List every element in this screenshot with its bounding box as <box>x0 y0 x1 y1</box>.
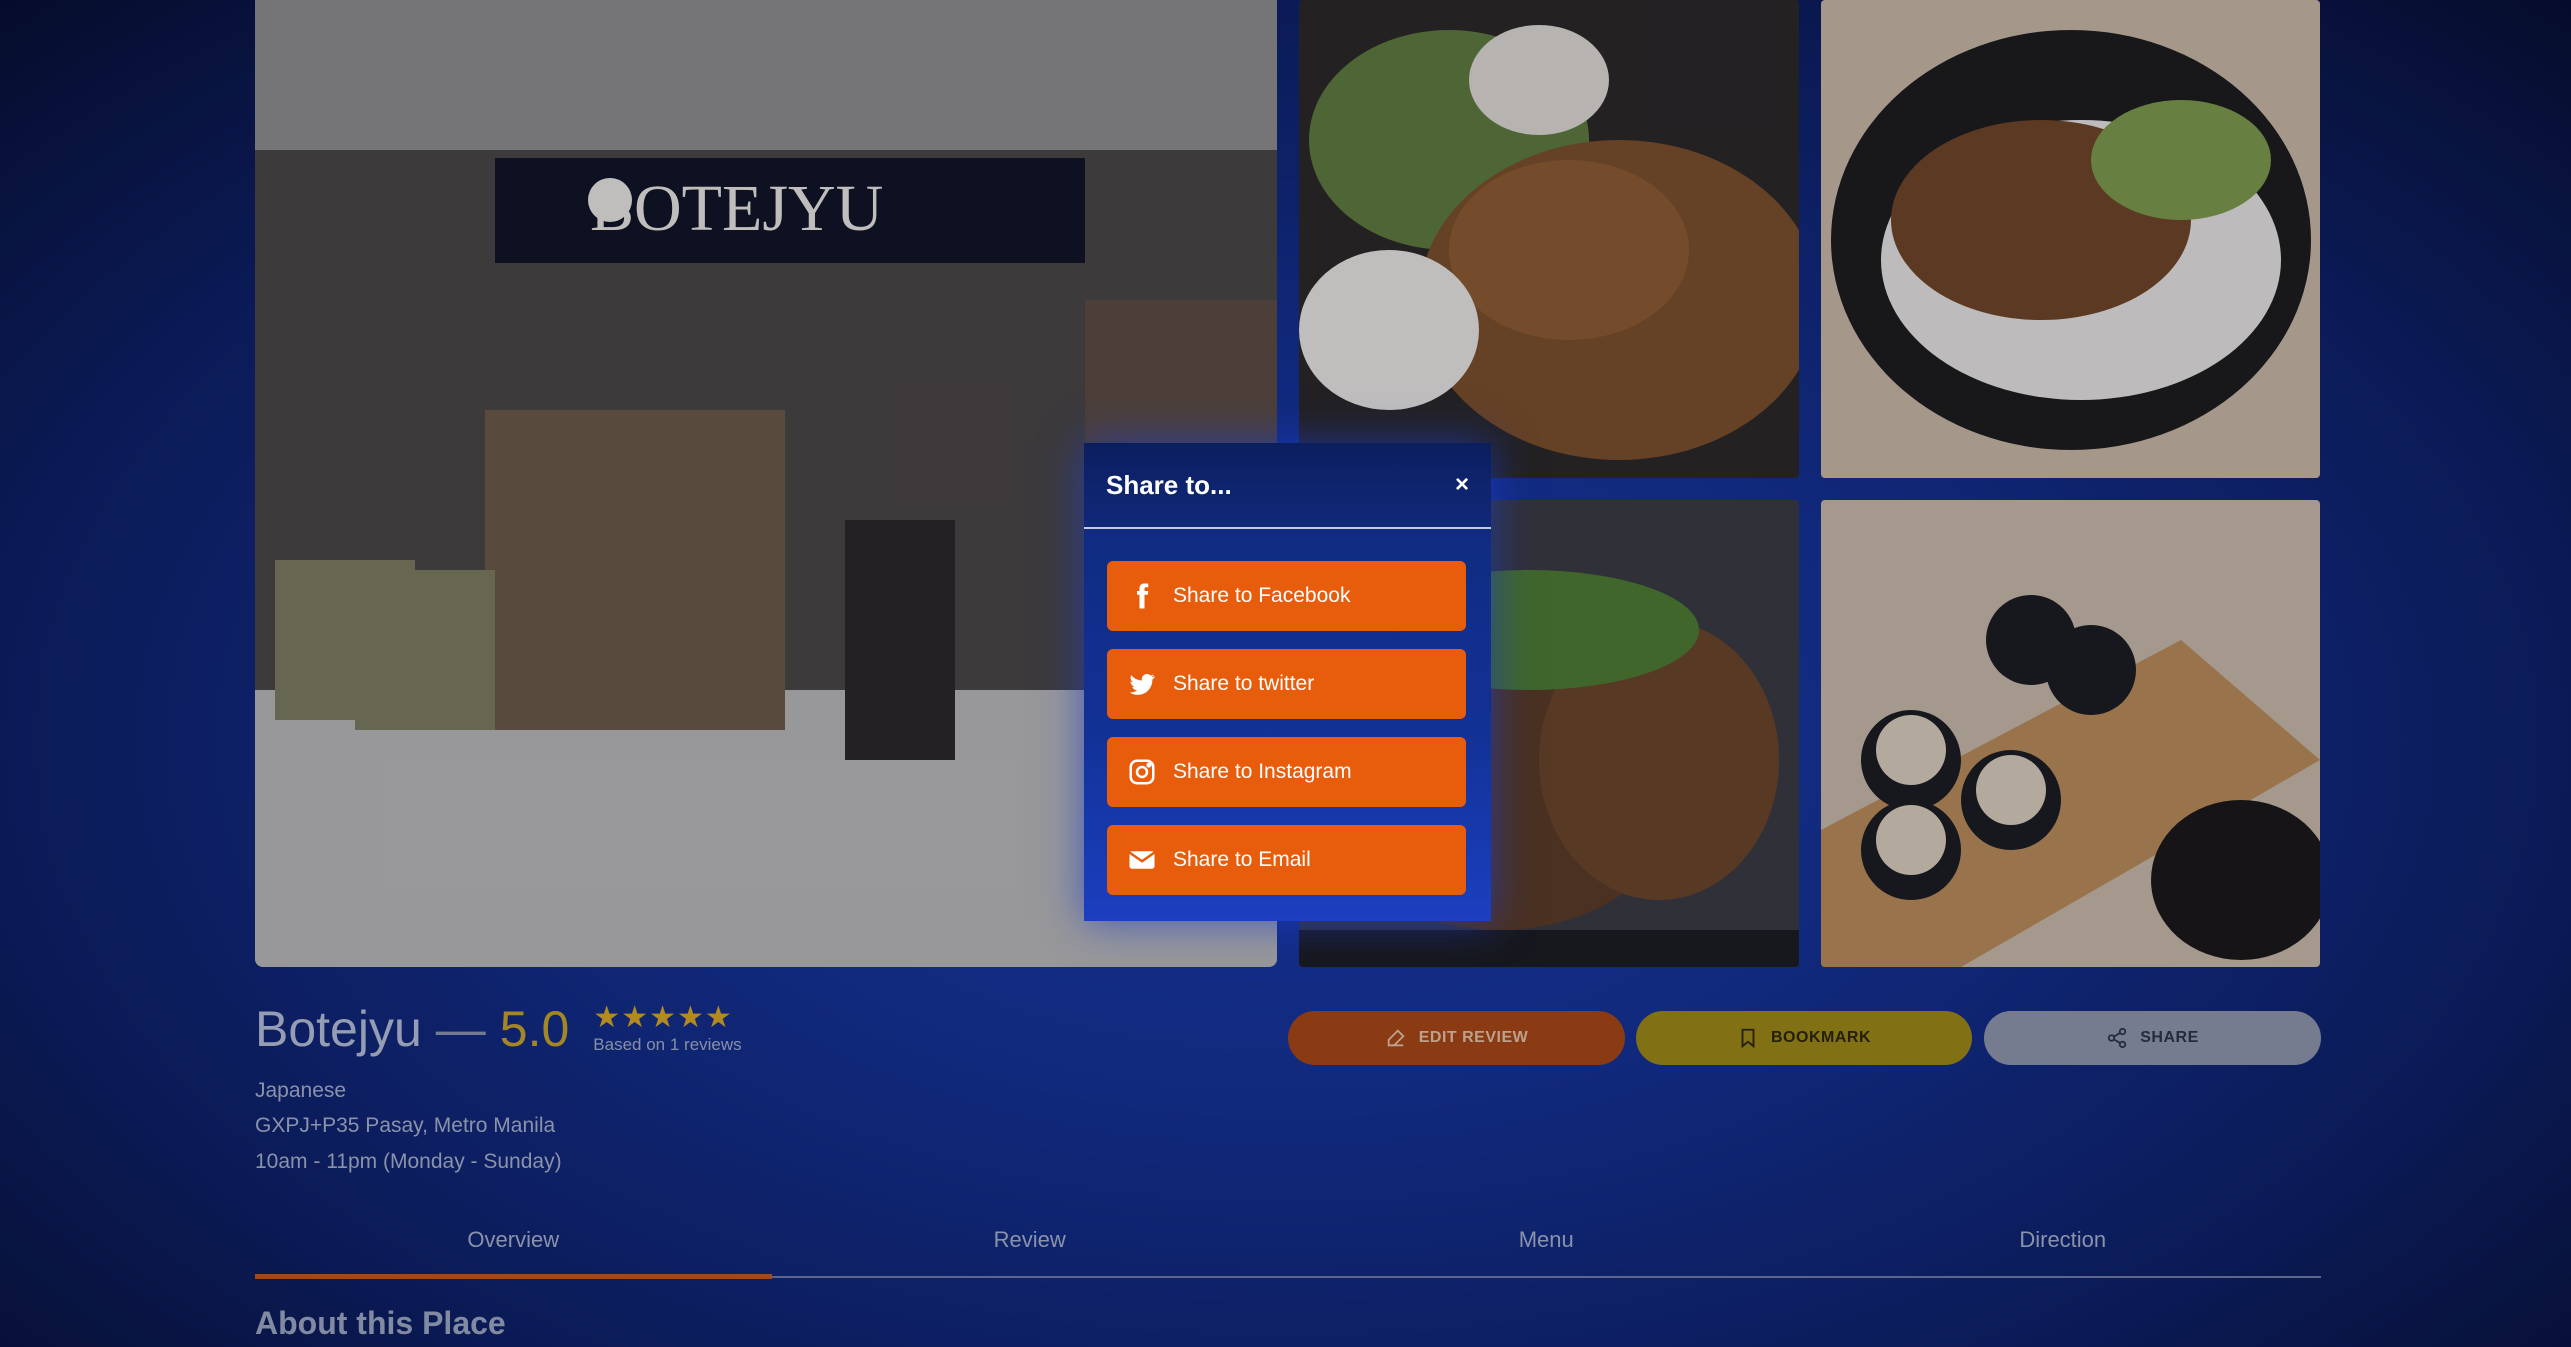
place-name: Botejyu <box>255 1001 422 1057</box>
section-title: About this Place <box>255 1305 506 1341</box>
share-instagram-label: Share to Instagram <box>1173 760 1352 783</box>
share-modal: Share to... × Share to Facebook Share to… <box>1084 443 1491 921</box>
food-photo-1[interactable] <box>1299 0 1799 478</box>
tab-overview[interactable]: Overview <box>255 1213 772 1279</box>
bookmark-label: BOOKMARK <box>1771 1029 1871 1046</box>
tab-menu[interactable]: Menu <box>1288 1213 1805 1276</box>
tab-review[interactable]: Review <box>772 1213 1289 1276</box>
share-icon <box>2108 1027 2127 1049</box>
share-facebook-label: Share to Facebook <box>1173 584 1351 607</box>
share-email-button[interactable]: Share to Email <box>1107 825 1466 895</box>
facebook-icon <box>1137 583 1149 609</box>
close-button[interactable]: × <box>1455 471 1469 499</box>
share-instagram-button[interactable]: Share to Instagram <box>1107 737 1466 807</box>
share-twitter-button[interactable]: Share to twitter <box>1107 649 1466 719</box>
email-icon <box>1128 851 1156 869</box>
food-photo-4[interactable] <box>1821 500 2320 967</box>
place-title-row: Botejyu — 5.0 ★★★★★ Based on 1 reviews <box>255 1000 742 1058</box>
rating-score: 5.0 <box>499 1001 570 1057</box>
food-photo-2[interactable] <box>1821 0 2320 478</box>
cuisine-label: Japanese <box>255 1079 347 1102</box>
rating-summary: ★★★★★ Based on 1 reviews <box>593 1003 741 1055</box>
hours-label: 10am - 11pm (Monday - Sunday) <box>255 1150 562 1173</box>
share-label: SHARE <box>2140 1029 2199 1046</box>
edit-icon <box>1387 1029 1405 1047</box>
edit-review-label: EDIT REVIEW <box>1418 1029 1529 1046</box>
share-twitter-label: Share to twitter <box>1173 672 1315 695</box>
share-email-label: Share to Email <box>1173 848 1311 871</box>
twitter-icon <box>1129 674 1155 695</box>
tab-direction[interactable]: Direction <box>1805 1213 2322 1276</box>
bookmark-button[interactable]: BOOKMARK <box>1636 1011 1972 1065</box>
share-facebook-button[interactable]: Share to Facebook <box>1107 561 1466 631</box>
bookmark-icon <box>1741 1028 1755 1049</box>
restaurant-page: BOTEJYU Botejyu — 5.0 ★★★★★ Based on 1 r… <box>0 0 2571 1347</box>
share-modal-title: Share to... <box>1106 469 1232 500</box>
instagram-icon <box>1129 759 1155 785</box>
rating-stars: ★★★★★ <box>593 1001 733 1034</box>
share-button[interactable]: SHARE <box>1984 1011 2321 1065</box>
review-count: Based on 1 reviews <box>593 1035 742 1054</box>
share-modal-header: Share to... × <box>1084 443 1491 529</box>
tab-bar: Overview Review Menu Direction <box>255 1213 2322 1279</box>
storefront-sign-text: BOTEJYU <box>590 172 883 245</box>
title-separator: — <box>435 1001 486 1057</box>
edit-review-button[interactable]: EDIT REVIEW <box>1288 1011 1625 1065</box>
address-label: GXPJ+P35 Pasay, Metro Manila <box>255 1114 556 1137</box>
share-options: Share to Facebook Share to twitter Share… <box>1084 529 1491 895</box>
